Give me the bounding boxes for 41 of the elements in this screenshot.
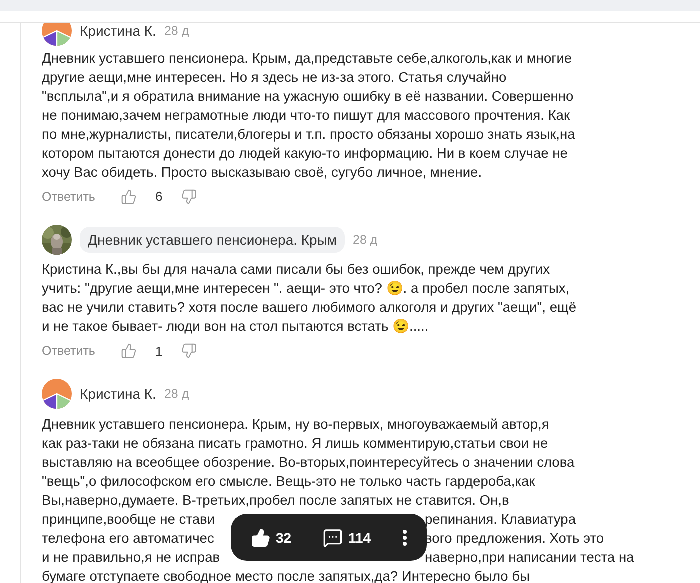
author-name[interactable]: Кристина К. xyxy=(80,23,156,39)
comment-text: и не правильно,я не исправ xyxy=(42,548,220,566)
more-icon xyxy=(402,530,407,546)
comment-text: "вещь",о философском его смысле. Вещь-это не только часть гардероба,как xyxy=(42,472,536,490)
like-icon xyxy=(251,528,271,548)
more-button[interactable] xyxy=(402,530,407,546)
comment-text: выставляю на всеобщее обозрение. Во-вторых,поинтересуйтесь о значении слова xyxy=(42,454,575,470)
comment-text: Дневник уставшего пенсионера. Крым, ну во-первых, многоуважаемый автор,я xyxy=(42,416,550,432)
comment-text: другие аещи,мне интересен. Но я здесь не из-за этого. Статья случайно xyxy=(42,68,507,86)
comment-text: телефона его автоматичес xyxy=(42,530,214,546)
comment-time: 28 д xyxy=(164,24,190,38)
author-name[interactable]: Кристина К. xyxy=(80,386,156,402)
avatar-icon xyxy=(42,379,72,409)
comment-text: и не такое бывает- люди вон на стол пытаются встать 😉..... xyxy=(42,318,429,335)
comment-text: наверно,при написании теста на xyxy=(425,548,634,566)
comment-text: бумаге отступаете свободное место после запятых,да? Интересно было бы xyxy=(42,568,530,583)
comment-text: учить: "другие аещи,мне интересен ". аещи- это что? 😉. а пробел после запятых, xyxy=(42,280,570,297)
comment-text: вас не учили ставить? хотя после вашего любимого алкоголя и других "аещи", ещё xyxy=(42,299,577,316)
comment-text: Кристина К.,вы бы для начала сами писали бы без ошибок, прежде чем других xyxy=(42,261,550,278)
comment-text: не понимаю,зачем неграмотные люди что-то пишут для массового прочтения. Как xyxy=(42,106,570,124)
comment-text: принципе,вообще не стави xyxy=(42,510,216,528)
comment-text: "всплыла",и я обратила внимание на ужасную ошибку в её названии. Совершенно xyxy=(42,88,574,104)
like-count: 6 xyxy=(155,189,163,204)
dislike-icon[interactable] xyxy=(180,343,197,359)
dislike-icon[interactable] xyxy=(180,188,197,204)
comment-text: по мне,журналисты, писатели,блогеры и т.п. просто обязаны хорошо знать язык,на xyxy=(42,126,576,142)
like-icon[interactable] xyxy=(121,343,138,359)
comment-icon xyxy=(323,528,344,548)
comment-time: 28 д xyxy=(164,387,190,401)
comment-text: Вы,наверно,думаете. В-третьих,пробел после запятых не ставится. Он,в xyxy=(42,492,510,508)
comment-text: котором пытаются донести до людей какую-то информацию. Ни в коем случае не xyxy=(42,144,568,162)
comment-text: хочу Вас обидеть. Просто высказываю своё, сугубо личное, мнение. xyxy=(42,164,482,180)
comment-time: 28 д xyxy=(353,232,378,246)
comment-text: как раз-таки не обязана писать грамотно. Я лишь комментирую,статьи свои не xyxy=(42,434,548,452)
author-chip[interactable]: Дневник уставшего пенсионера. Крым xyxy=(80,226,346,252)
comments-button[interactable]: 114 xyxy=(323,528,372,548)
comment-text: репинания. Клавиатура xyxy=(425,510,576,528)
like-icon[interactable] xyxy=(121,188,138,204)
comment-text: Дневник уставшего пенсионера. Крым, да,представьте себе,алкоголь,как и многие xyxy=(42,50,572,66)
like-count: 1 xyxy=(155,344,163,358)
like-button[interactable]: 32 xyxy=(251,528,292,548)
